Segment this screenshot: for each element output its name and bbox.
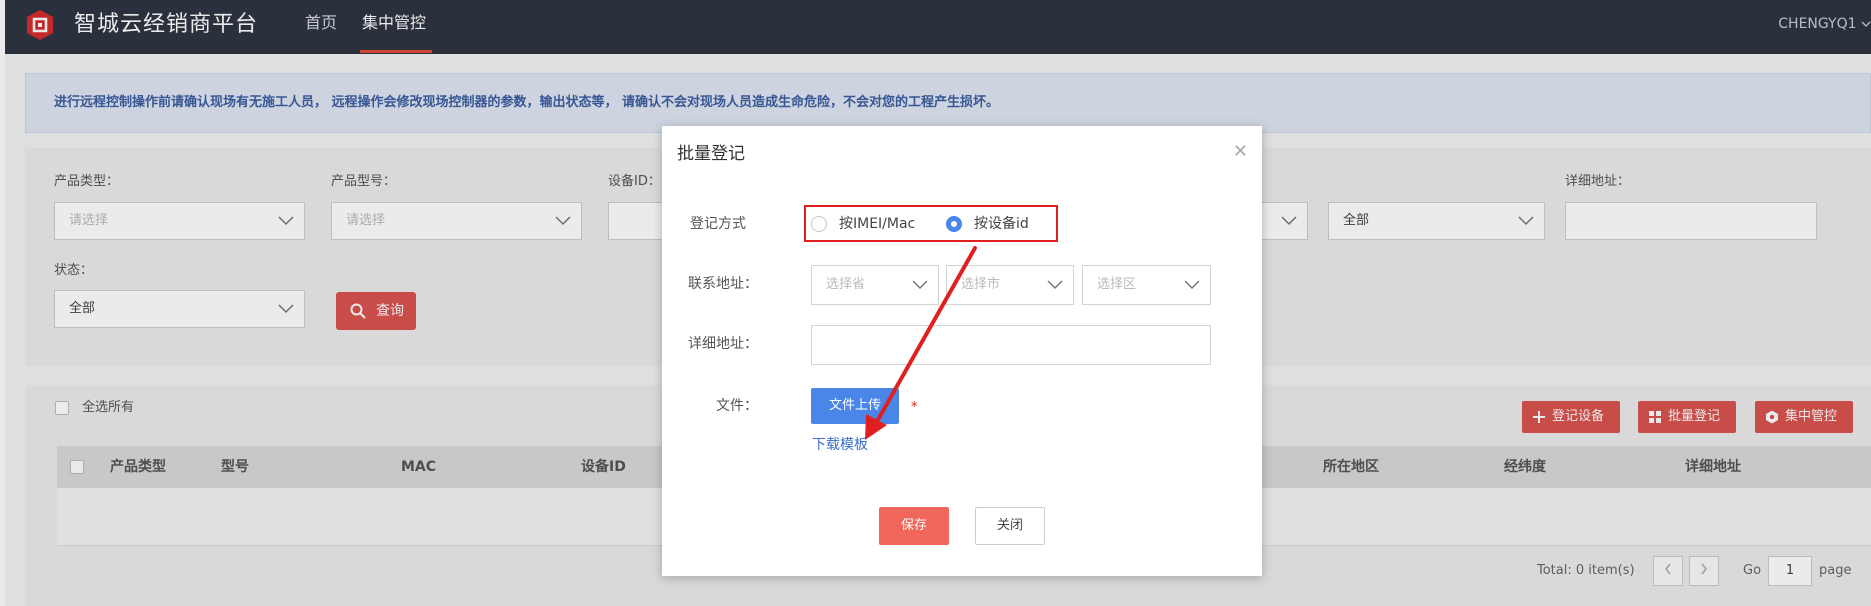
chevron-down-icon — [1184, 280, 1200, 290]
radio-device-id[interactable] — [946, 216, 962, 232]
province-placeholder: 选择省 — [826, 277, 866, 292]
city-placeholder: 选择市 — [961, 277, 1001, 292]
close-icon[interactable]: ✕ — [1233, 142, 1248, 162]
download-template-link[interactable]: 下载模板 — [812, 435, 868, 455]
register-mode-label: 登记方式 — [690, 216, 746, 232]
file-label: 文件： — [716, 398, 758, 414]
radio-device-id-label[interactable]: 按设备id — [974, 214, 1029, 234]
dialog-title: 批量登记 — [677, 144, 745, 164]
radio-imei-mac-label[interactable]: 按IMEI/Mac — [839, 214, 915, 234]
save-button[interactable]: 保存 — [879, 507, 949, 545]
detail-address-label: 详细地址： — [688, 336, 758, 352]
batch-register-dialog: 批量登记 ✕ 登记方式 按IMEI/Mac 按设备id 联系地址： 选择省 选择… — [662, 126, 1262, 576]
city-select[interactable]: 选择市 — [946, 265, 1074, 305]
required-mark: * — [911, 400, 918, 415]
contact-address-label: 联系地址： — [688, 276, 758, 292]
close-button[interactable]: 关闭 — [975, 507, 1045, 545]
chevron-down-icon — [912, 280, 928, 290]
file-upload-button[interactable]: 文件上传 — [811, 388, 899, 424]
radio-imei-mac[interactable] — [811, 216, 827, 232]
province-select[interactable]: 选择省 — [811, 265, 939, 305]
district-select[interactable]: 选择区 — [1082, 265, 1211, 305]
chevron-down-icon — [1047, 280, 1063, 290]
detail-address-input[interactable] — [811, 325, 1211, 365]
district-placeholder: 选择区 — [1097, 277, 1137, 292]
